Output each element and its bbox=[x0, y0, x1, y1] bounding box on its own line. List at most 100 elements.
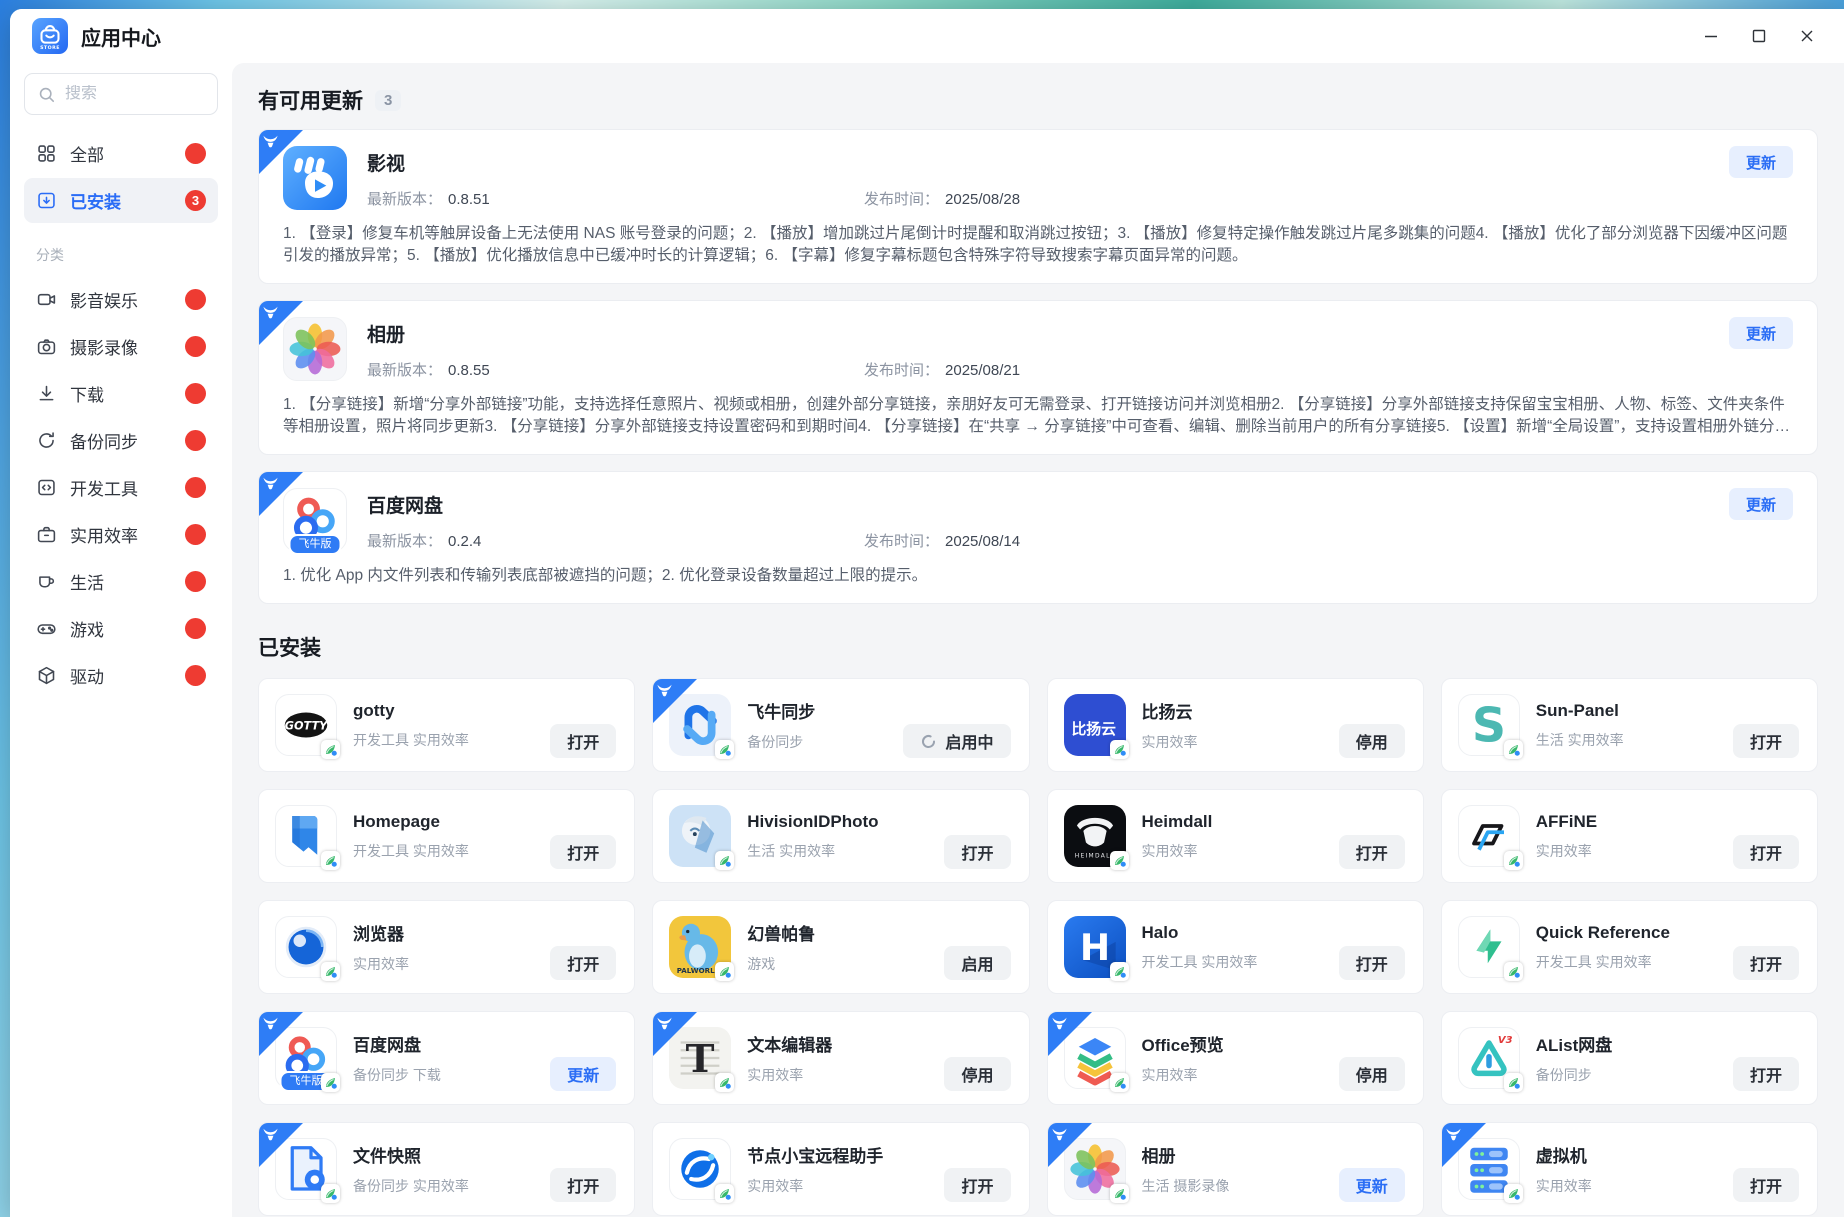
app-name: Sun-Panel bbox=[1536, 701, 1624, 721]
sidebar-item-下载[interactable]: 下载 bbox=[24, 371, 218, 416]
installed-count-badge bbox=[185, 571, 206, 592]
sidebar-item-备份同步[interactable]: 备份同步 bbox=[24, 418, 218, 463]
app-action-button[interactable]: 打开 bbox=[1339, 835, 1405, 869]
app-card[interactable]: T 文本编辑器 实用效率 停用 bbox=[652, 1011, 1029, 1105]
app-action-button[interactable]: 更新 bbox=[1339, 1168, 1405, 1202]
sidebar-item-生活[interactable]: 生活 bbox=[24, 559, 218, 604]
update-button[interactable]: 更新 bbox=[1729, 488, 1793, 520]
app-name: 虚拟机 bbox=[1536, 1142, 1592, 1167]
app-card[interactable]: 虚拟机 实用效率 打开 bbox=[1441, 1122, 1818, 1216]
installed-count-badge bbox=[185, 336, 206, 357]
minimize-button[interactable] bbox=[1692, 17, 1730, 55]
version-value: 0.8.51 bbox=[448, 191, 490, 208]
sidebar-item-开发工具[interactable]: 开发工具 bbox=[24, 465, 218, 510]
update-meta: 最新版本：0.2.4 发布时间：2025/08/14 bbox=[367, 530, 1020, 551]
docker-badge-icon bbox=[321, 851, 340, 870]
sidebar-item-label: 已安装 bbox=[70, 188, 121, 213]
app-action-button[interactable]: 打开 bbox=[1733, 1057, 1799, 1091]
camera-icon bbox=[36, 336, 57, 357]
update-card: 影视 最新版本：0.8.51 发布时间：2025/08/28 更新 1. 【登录… bbox=[258, 129, 1818, 284]
app-name: 节点小宝远程助手 bbox=[747, 1142, 883, 1167]
sidebar-item-游戏[interactable]: 游戏 bbox=[24, 606, 218, 651]
search-icon bbox=[37, 85, 56, 104]
updates-count-badge: 3 bbox=[375, 90, 401, 111]
changelog-text: 1. 优化 App 内文件列表和传输列表底部被遮挡的问题；2. 优化登录设备数量… bbox=[283, 565, 1793, 587]
app-action-button[interactable]: 打开 bbox=[1339, 946, 1405, 980]
app-card[interactable]: GOTTY gotty 开发工具 实用效率 打开 bbox=[258, 678, 635, 772]
update-button[interactable]: 更新 bbox=[1729, 146, 1793, 178]
app-card[interactable]: Office预览 实用效率 停用 bbox=[1047, 1011, 1424, 1105]
app-action-button[interactable]: 打开 bbox=[944, 835, 1010, 869]
app-card[interactable]: 飞牛版 百度网盘 备份同步 下载 更新 bbox=[258, 1011, 635, 1105]
app-card[interactable]: 节点小宝远程助手 实用效率 打开 bbox=[652, 1122, 1029, 1216]
docker-badge-icon bbox=[1504, 1184, 1523, 1203]
search-input[interactable] bbox=[65, 85, 205, 103]
maximize-button[interactable] bbox=[1740, 17, 1778, 55]
sidebar-item-实用效率[interactable]: 实用效率 bbox=[24, 512, 218, 557]
app-card[interactable]: H Halo 开发工具 实用效率 打开 bbox=[1047, 900, 1424, 994]
browser-app-icon bbox=[275, 916, 337, 978]
app-action-button[interactable]: 打开 bbox=[1733, 1168, 1799, 1202]
app-card[interactable]: HEIMDALL Heimdall 实用效率 打开 bbox=[1047, 789, 1424, 883]
sidebar-item-label: 驱动 bbox=[70, 663, 104, 688]
sidebar-item-摄影录像[interactable]: 摄影录像 bbox=[24, 324, 218, 369]
app-action-button[interactable]: 打开 bbox=[550, 1168, 616, 1202]
sidebar-item-label: 备份同步 bbox=[70, 428, 138, 453]
app-card[interactable]: AFFiNE 实用效率 打开 bbox=[1441, 789, 1818, 883]
app-card[interactable]: S Sun-Panel 生活 实用效率 打开 bbox=[1441, 678, 1818, 772]
app-name: 文本编辑器 bbox=[747, 1031, 832, 1056]
docker-badge-icon bbox=[715, 1073, 734, 1092]
app-action-button[interactable]: 打开 bbox=[1733, 724, 1799, 758]
app-card[interactable]: 浏览器 实用效率 打开 bbox=[258, 900, 635, 994]
app-window: STORE 应用中心 全部 已安装 3 分类 影音娱乐 bbox=[10, 9, 1844, 1217]
fnos-edition-badge: 飞牛版 bbox=[289, 534, 342, 555]
app-action-button[interactable]: 打开 bbox=[550, 946, 616, 980]
app-action-button[interactable]: 启用 bbox=[944, 946, 1010, 980]
svg-text:STORE: STORE bbox=[40, 45, 60, 51]
app-card[interactable]: Quick Reference 开发工具 实用效率 打开 bbox=[1441, 900, 1818, 994]
app-action-button[interactable]: 打开 bbox=[1733, 946, 1799, 980]
app-name: Office预览 bbox=[1142, 1031, 1224, 1056]
installed-count-badge: 3 bbox=[185, 190, 206, 211]
app-card[interactable]: 文件快照 备份同步 实用效率 打开 bbox=[258, 1122, 635, 1216]
app-tags: 开发工具 实用效率 bbox=[353, 730, 469, 750]
app-action-button[interactable]: 停用 bbox=[1339, 1057, 1405, 1091]
app-card[interactable]: PALWORLD 幻兽帕鲁 游戏 启用 bbox=[652, 900, 1029, 994]
app-action-button[interactable]: 打开 bbox=[550, 724, 616, 758]
app-tags: 生活 实用效率 bbox=[747, 841, 878, 861]
app-action-button[interactable]: 打开 bbox=[1733, 835, 1799, 869]
app-action-button[interactable]: 打开 bbox=[550, 835, 616, 869]
app-card[interactable]: 相册 生活 摄影录像 更新 bbox=[1047, 1122, 1424, 1216]
app-tags: 实用效率 bbox=[1142, 1065, 1224, 1085]
app-name: AFFiNE bbox=[1536, 812, 1597, 832]
app-tags: 实用效率 bbox=[1536, 1176, 1592, 1196]
app-action-button[interactable]: 更新 bbox=[550, 1057, 616, 1091]
app-card[interactable]: 比扬云 比扬云 实用效率 停用 bbox=[1047, 678, 1424, 772]
update-button[interactable]: 更新 bbox=[1729, 317, 1793, 349]
app-card[interactable]: Homepage 开发工具 实用效率 打开 bbox=[258, 789, 635, 883]
close-button[interactable] bbox=[1788, 17, 1826, 55]
updates-section-title: 有可用更新 bbox=[258, 85, 363, 115]
sidebar-item-影音娱乐[interactable]: 影音娱乐 bbox=[24, 277, 218, 322]
sidebar-item-已安装[interactable]: 已安装 3 bbox=[24, 178, 218, 223]
sidebar-item-label: 全部 bbox=[70, 141, 104, 166]
sidebar-item-驱动[interactable]: 驱动 bbox=[24, 653, 218, 698]
update-meta: 最新版本：0.8.51 发布时间：2025/08/28 bbox=[367, 188, 1020, 209]
app-tags: 备份同步 下载 bbox=[353, 1065, 441, 1085]
app-store-logo-icon: STORE bbox=[32, 18, 68, 54]
docker-badge-icon bbox=[715, 851, 734, 870]
fnos-bull-icon bbox=[262, 134, 279, 149]
app-card[interactable]: 飞牛同步 备份同步 启用中 bbox=[652, 678, 1029, 772]
update-meta: 最新版本：0.8.55 发布时间：2025/08/21 bbox=[367, 359, 1020, 380]
title-bar: STORE 应用中心 bbox=[10, 9, 1844, 63]
app-action-button[interactable]: 停用 bbox=[1339, 724, 1405, 758]
app-card[interactable]: V3 AList网盘 备份同步 打开 bbox=[1441, 1011, 1818, 1105]
sidebar-item-全部[interactable]: 全部 bbox=[24, 131, 218, 176]
changelog-text: 1. 【分享链接】新增“分享外部链接”功能，支持选择任意照片、视频或相册，创建外… bbox=[283, 394, 1793, 438]
app-name: Homepage bbox=[353, 812, 469, 832]
app-action-button[interactable]: 停用 bbox=[944, 1057, 1010, 1091]
sidebar: 全部 已安装 3 分类 影音娱乐 摄影录像 下载 备份同步 开发工具 实用效率 bbox=[10, 63, 232, 1217]
app-card[interactable]: HivisionIDPhoto 生活 实用效率 打开 bbox=[652, 789, 1029, 883]
app-action-button[interactable]: 打开 bbox=[944, 1168, 1010, 1202]
app-action-button[interactable]: 启用中 bbox=[903, 724, 1010, 758]
